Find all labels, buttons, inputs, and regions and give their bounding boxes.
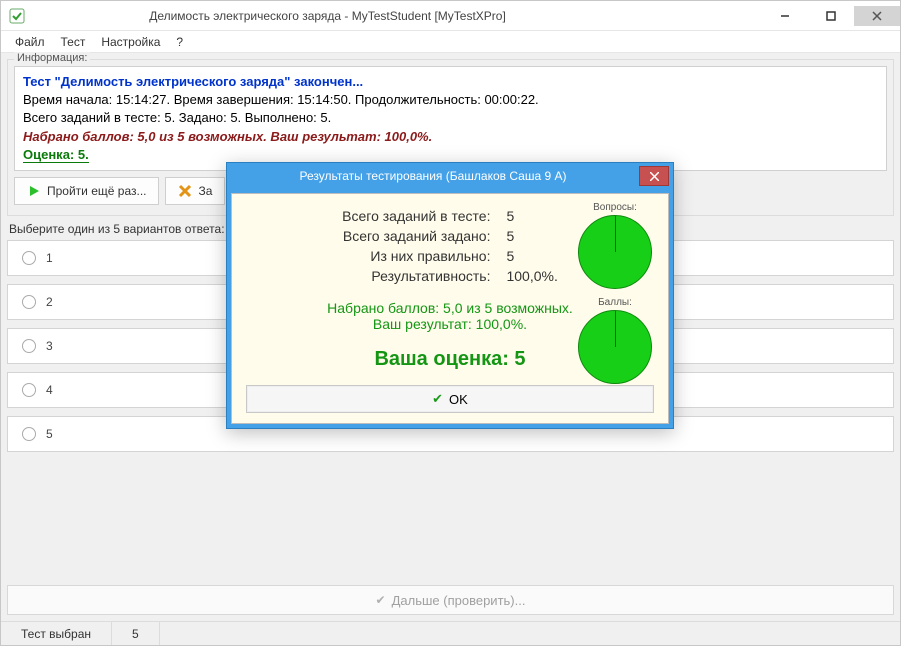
check-icon: ✔ xyxy=(432,391,443,407)
titlebar: Делимость электрического заряда - MyTest… xyxy=(1,1,900,31)
dialog-close-button[interactable] xyxy=(639,166,669,186)
menu-test[interactable]: Тест xyxy=(53,35,94,49)
pie-points xyxy=(578,310,652,384)
radio-icon xyxy=(22,339,36,353)
menu-file[interactable]: Файл xyxy=(7,35,53,49)
info-box: Тест "Делимость электрического заряда" з… xyxy=(14,66,887,171)
retry-button-label: Пройти ещё раз... xyxy=(47,184,146,198)
answer-number: 1 xyxy=(46,251,53,265)
answer-number: 2 xyxy=(46,295,53,309)
dialog-title: Результаты тестирования (Башлаков Саша 9… xyxy=(227,169,639,183)
menu-settings[interactable]: Настройка xyxy=(93,35,168,49)
result-key: Из них правильно: xyxy=(334,246,498,266)
result-key: Всего заданий в тесте: xyxy=(334,206,498,226)
result-val: 5 xyxy=(498,206,565,226)
answer-number: 3 xyxy=(46,339,53,353)
menubar: Файл Тест Настройка ? xyxy=(1,31,900,53)
menu-help[interactable]: ? xyxy=(168,35,191,49)
statusbar: Тест выбран 5 xyxy=(1,621,900,645)
app-icon xyxy=(9,8,25,24)
radio-icon xyxy=(22,427,36,441)
info-count: Всего заданий в тесте: 5. Задано: 5. Вып… xyxy=(23,109,878,127)
result-val: 5 xyxy=(498,246,565,266)
radio-icon xyxy=(22,251,36,265)
pie-points-label: Баллы: xyxy=(578,297,652,308)
result-key: Результативность: xyxy=(334,266,498,286)
answer-number: 5 xyxy=(46,427,53,441)
info-time: Время начала: 15:14:27. Время завершения… xyxy=(23,91,878,109)
info-score: Набрано баллов: 5,0 из 5 возможных. Ваш … xyxy=(23,128,878,146)
maximize-button[interactable] xyxy=(808,6,854,26)
check-icon: ✔ xyxy=(376,593,386,607)
info-group-label: Информация: xyxy=(14,52,90,64)
pie-questions xyxy=(578,215,652,289)
results-table: Всего заданий в тесте:5 Всего заданий за… xyxy=(334,206,566,286)
dialog-body: Всего заданий в тесте:5 Всего заданий за… xyxy=(231,193,669,424)
info-grade: Оценка: 5. xyxy=(23,147,89,163)
results-dialog: Результаты тестирования (Башлаков Саша 9… xyxy=(226,162,674,429)
status-count: 5 xyxy=(112,622,160,645)
close-test-button[interactable]: За xyxy=(165,177,225,205)
answer-number: 4 xyxy=(46,383,53,397)
result-val: 5 xyxy=(498,226,565,246)
ok-button-label: OK xyxy=(449,392,468,407)
x-icon xyxy=(178,184,192,198)
status-state: Тест выбран xyxy=(1,622,112,645)
dialog-titlebar: Результаты тестирования (Башлаков Саша 9… xyxy=(227,163,673,189)
close-icon xyxy=(650,172,659,181)
close-test-button-label: За xyxy=(198,184,212,198)
info-title: Тест "Делимость электрического заряда" з… xyxy=(23,73,878,91)
pie-charts: Вопросы: Баллы: xyxy=(578,202,652,392)
pie-questions-label: Вопросы: xyxy=(578,202,652,213)
next-button[interactable]: ✔ Дальше (проверить)... xyxy=(7,585,894,615)
close-button[interactable] xyxy=(854,6,900,26)
radio-icon xyxy=(22,295,36,309)
radio-icon xyxy=(22,383,36,397)
retry-button[interactable]: Пройти ещё раз... xyxy=(14,177,159,205)
minimize-button[interactable] xyxy=(762,6,808,26)
result-key: Всего заданий задано: xyxy=(334,226,498,246)
result-val: 100,0%. xyxy=(498,266,565,286)
next-button-label: Дальше (проверить)... xyxy=(392,593,526,608)
play-icon xyxy=(27,184,41,198)
window-title: Делимость электрического заряда - MyTest… xyxy=(33,9,762,23)
